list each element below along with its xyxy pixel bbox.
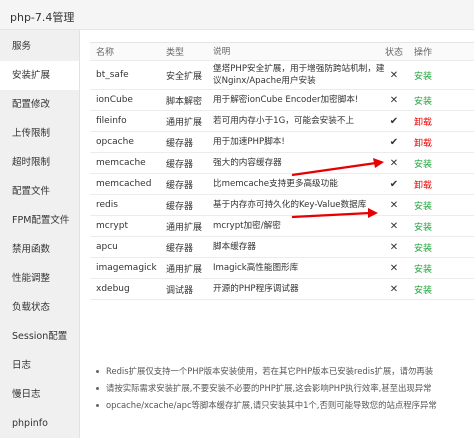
header-status: 状态 [384, 48, 403, 58]
ext-desc: 脚本缓存器 [213, 242, 256, 252]
status-check-icon: ✔ [389, 115, 399, 127]
install-link[interactable]: 安装 [414, 195, 444, 215]
sidebar-item-session-config[interactable]: Session配置 [0, 322, 79, 351]
ext-type: 安全扩展 [166, 71, 203, 82]
tip-item: 请按实际需求安装扩展,不要安装不必要的PHP扩展,这会影响PHP执行效率,甚至出… [92, 380, 474, 397]
table-row: ionCube 脚本解密 用于解密ionCube Encoder加密脚本! ✕ … [90, 90, 474, 111]
status-x-icon: ✕ [389, 283, 399, 295]
ext-desc: 若可用内存小于1G，可能会安装不上 [213, 116, 355, 126]
table-row: memcached 缓存器 比memcache支持更多高级功能 ✔ 卸载 [90, 174, 474, 195]
table-row: imagemagick 通用扩展 Imagick高性能图形库 ✕ 安装 [90, 258, 474, 279]
install-link[interactable]: 安装 [414, 61, 444, 89]
table-header: 名称 类型 说明 状态 操作 [90, 43, 474, 61]
ext-name: imagemagick [96, 263, 157, 273]
ext-type: 调试器 [166, 285, 194, 296]
ext-type: 缓存器 [166, 180, 194, 191]
table-row: memcache 缓存器 强大的内容缓存器 ✕ 安装 [90, 153, 474, 174]
main-panel: 名称 类型 说明 状态 操作 bt_safe 安全扩展 堡塔PHP安全扩展，用于… [80, 30, 474, 438]
annotation-arrow-icon [291, 158, 384, 177]
status-x-icon: ✕ [389, 94, 399, 106]
ext-type: 通用扩展 [166, 117, 203, 128]
install-link[interactable]: 安装 [414, 153, 444, 173]
status-x-icon: ✕ [389, 220, 399, 232]
window-titlebar: php-7.4管理 [0, 0, 474, 30]
ext-type: 通用扩展 [166, 264, 203, 275]
sidebar-item-load-status[interactable]: 负载状态 [0, 293, 79, 322]
table-row: xdebug 调试器 开源的PHP程序调试器 ✕ 安装 [90, 279, 474, 300]
ext-name: apcu [96, 242, 118, 252]
install-link[interactable]: 安装 [414, 90, 444, 110]
table-row: apcu 缓存器 脚本缓存器 ✕ 安装 [90, 237, 474, 258]
ext-desc: 堡塔PHP安全扩展，用于增强防跨站机制，建议Nginx/Apache用户安装 [213, 64, 385, 86]
status-x-icon: ✕ [389, 69, 399, 81]
uninstall-link[interactable]: 卸载 [414, 111, 444, 131]
ext-desc: 开源的PHP程序调试器 [213, 284, 299, 294]
sidebar-item-config-edit[interactable]: 配置修改 [0, 90, 79, 119]
ext-name: opcache [96, 137, 134, 147]
sidebar-item-upload-limit[interactable]: 上传限制 [0, 119, 79, 148]
tip-item: Redis扩展仅支持一个PHP版本安装使用，若在其它PHP版本已安装redis扩… [92, 363, 474, 380]
ext-desc: 用于加速PHP脚本! [213, 137, 285, 147]
ext-name: fileinfo [96, 116, 127, 126]
table-row: fileinfo 通用扩展 若可用内存小于1G，可能会安装不上 ✔ 卸载 [90, 111, 474, 132]
table-row: redis 缓存器 基于内存亦可持久化的Key-Value数据库 ✕ 安装 [90, 195, 474, 216]
ext-name: bt_safe [96, 70, 129, 80]
header-name: 名称 [96, 48, 115, 58]
uninstall-link[interactable]: 卸载 [414, 132, 444, 152]
ext-type: 通用扩展 [166, 222, 203, 233]
bullet-icon [96, 370, 99, 373]
ext-desc: Imagick高性能图形库 [213, 263, 299, 273]
ext-desc: 用于解密ionCube Encoder加密脚本! [213, 95, 359, 105]
sidebar-item-install-extensions[interactable]: 安装扩展 [0, 61, 79, 90]
header-type: 类型 [166, 48, 185, 58]
status-x-icon: ✕ [389, 241, 399, 253]
install-link[interactable]: 安装 [414, 279, 444, 299]
sidebar-item-service[interactable]: 服务 [0, 32, 79, 61]
ext-type: 缓存器 [166, 159, 194, 170]
sidebar-item-performance[interactable]: 性能调整 [0, 264, 79, 293]
ext-name: memcached [96, 179, 152, 189]
table-row: opcache 缓存器 用于加速PHP脚本! ✔ 卸载 [90, 132, 474, 153]
install-link[interactable]: 安装 [414, 237, 444, 257]
install-link[interactable]: 安装 [414, 216, 444, 236]
ext-name: redis [96, 200, 118, 210]
ext-type: 缓存器 [166, 201, 194, 212]
table-row: bt_safe 安全扩展 堡塔PHP安全扩展，用于增强防跨站机制，建议Nginx… [90, 61, 474, 90]
install-link[interactable]: 安装 [414, 258, 444, 278]
ext-type: 缓存器 [166, 138, 194, 149]
ext-name: memcache [96, 158, 146, 168]
sidebar-item-phpinfo[interactable]: phpinfo [0, 409, 79, 438]
sidebar: 服务 安装扩展 配置修改 上传限制 超时限制 配置文件 FPM配置文件 禁用函数… [0, 30, 80, 438]
status-x-icon: ✕ [389, 199, 399, 211]
tip-item: opcache/xcache/apc等脚本缓存扩展,请只安装其中1个,否则可能导… [92, 397, 474, 414]
sidebar-item-fpm-config[interactable]: FPM配置文件 [0, 206, 79, 235]
table-row: mcrypt 通用扩展 mcrypt加密/解密 ✕ 安装 [90, 216, 474, 237]
bullet-icon [96, 404, 99, 407]
uninstall-link[interactable]: 卸载 [414, 174, 444, 194]
sidebar-item-config-file[interactable]: 配置文件 [0, 177, 79, 206]
ext-type: 缓存器 [166, 243, 194, 254]
sidebar-item-disabled-functions[interactable]: 禁用函数 [0, 235, 79, 264]
sidebar-item-log[interactable]: 日志 [0, 351, 79, 380]
ext-name: mcrypt [96, 221, 128, 231]
ext-type: 脚本解密 [166, 96, 203, 107]
ext-name: ionCube [96, 95, 133, 105]
ext-name: xdebug [96, 284, 130, 294]
status-check-icon: ✔ [389, 136, 399, 148]
sidebar-item-slow-log[interactable]: 慢日志 [0, 380, 79, 409]
status-x-icon: ✕ [389, 262, 399, 274]
window-title: php-7.4管理 [10, 11, 75, 24]
tips-list: Redis扩展仅支持一个PHP版本安装使用，若在其它PHP版本已安装redis扩… [92, 363, 474, 414]
extensions-table: 名称 类型 说明 状态 操作 bt_safe 安全扩展 堡塔PHP安全扩展，用于… [90, 42, 474, 300]
annotation-arrow-icon [291, 208, 378, 219]
header-op: 操作 [414, 48, 433, 58]
header-desc: 说明 [213, 46, 231, 57]
sidebar-item-timeout-limit[interactable]: 超时限制 [0, 148, 79, 177]
bullet-icon [96, 387, 99, 390]
